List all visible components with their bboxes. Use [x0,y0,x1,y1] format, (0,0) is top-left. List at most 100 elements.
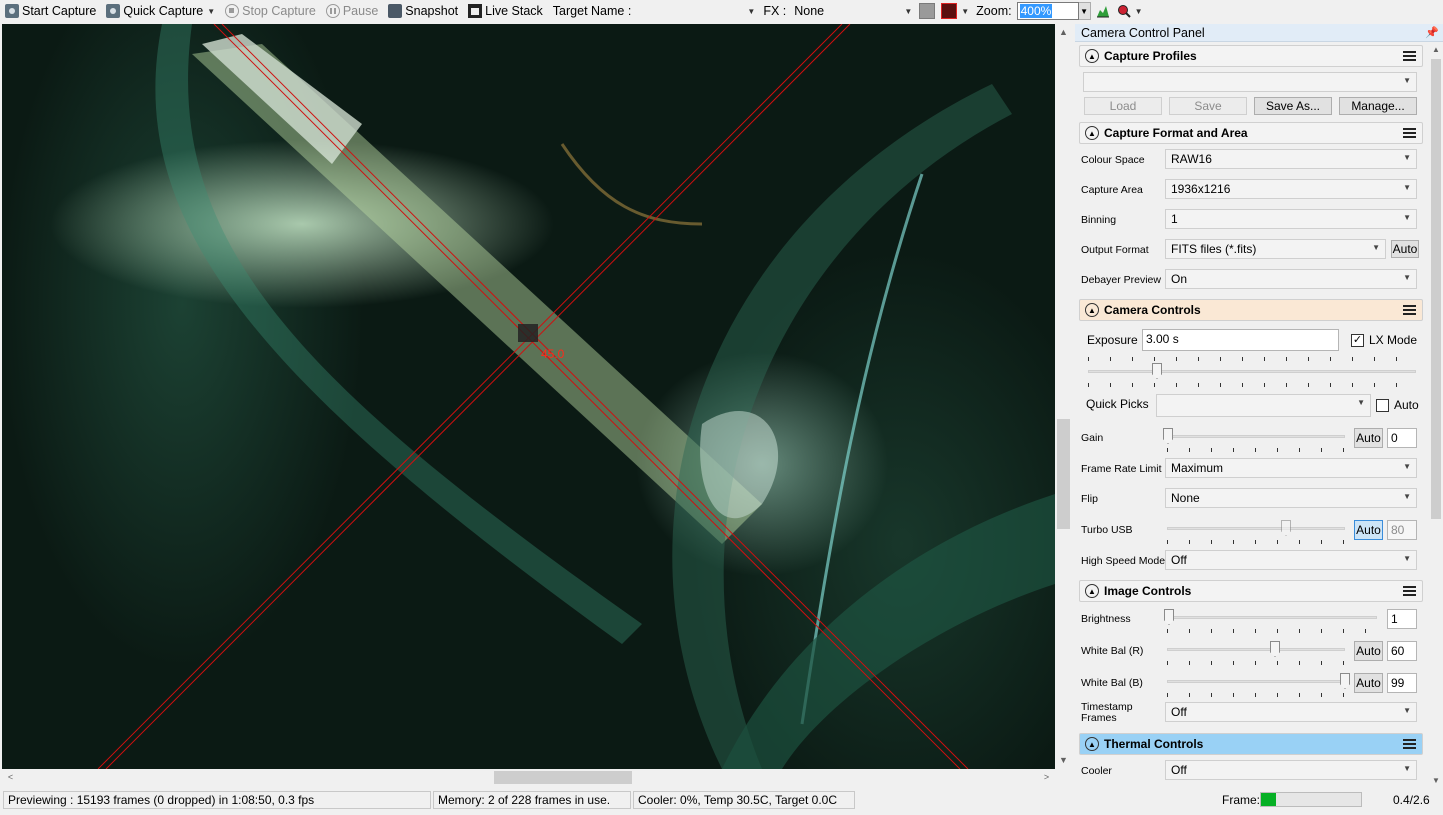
manage-profiles-button[interactable]: Manage... [1339,97,1417,115]
scroll-left-icon[interactable]: < [2,769,19,786]
gain-slider-thumb[interactable] [1163,428,1173,444]
hamburger-menu-icon[interactable] [1403,51,1416,61]
lx-mode-checkbox[interactable]: ✓ [1351,334,1364,347]
gain-auto-button[interactable]: Auto [1354,428,1383,448]
white-bal-r-auto-button[interactable]: Auto [1354,641,1383,661]
turbo-usb-value-input[interactable]: 80 [1387,520,1417,540]
white-bal-r-slider-thumb[interactable] [1270,641,1280,657]
camera-controls-header[interactable]: ▲ Camera Controls [1079,299,1423,321]
turbo-usb-auto-button[interactable]: Auto [1354,520,1383,540]
pause-button[interactable]: Pause [321,0,383,22]
preview-image[interactable]: 45.0 [2,24,1055,769]
fx-combo[interactable]: None ▼ [791,2,916,20]
collapse-icon[interactable]: ▲ [1085,126,1099,140]
gain-slider-track[interactable] [1167,435,1345,438]
turbo-usb-ticks [1167,540,1345,544]
scroll-down-icon[interactable]: ▼ [1055,752,1072,769]
start-capture-button[interactable]: Start Capture [0,0,101,22]
high-speed-mode-select[interactable]: Off ▼ [1165,550,1417,570]
scroll-up-icon[interactable]: ▲ [1429,43,1443,57]
reticle-color-button[interactable]: ▼ [939,0,971,22]
output-format-select[interactable]: FITS files (*.fits) ▼ [1165,239,1386,259]
thermal-controls-header[interactable]: ▲ Thermal Controls [1079,733,1423,755]
target-name-combo[interactable]: ▼ [636,2,759,20]
frame-rate-limit-select[interactable]: Maximum ▼ [1165,458,1417,478]
load-profile-button[interactable]: Load [1084,97,1162,115]
image-controls-header[interactable]: ▲ Image Controls [1079,580,1423,602]
flip-label: Flip [1081,493,1098,505]
dropdown-arrow-icon[interactable]: ▼ [207,7,215,16]
collapse-icon[interactable]: ▲ [1085,49,1099,63]
collapse-icon[interactable]: ▲ [1085,584,1099,598]
histogram-button[interactable] [1091,0,1115,22]
brightness-slider-track[interactable] [1167,616,1377,619]
capture-profile-select[interactable]: ▼ [1083,72,1417,92]
collapse-icon[interactable]: ▲ [1085,303,1099,317]
pin-icon[interactable]: 📌 [1425,26,1439,39]
scroll-up-icon[interactable]: ▲ [1055,24,1072,41]
quick-capture-button[interactable]: Quick Capture ▼ [101,0,220,22]
brightness-value-input[interactable]: 1 [1387,609,1417,629]
collapse-icon[interactable]: ▲ [1085,737,1099,751]
timestamp-frames-select[interactable]: Off ▼ [1165,702,1417,722]
exposure-slider-thumb[interactable] [1152,363,1162,379]
save-as-profile-button[interactable]: Save As... [1254,97,1332,115]
exposure-input[interactable]: 3.00 s [1142,329,1339,351]
binning-select[interactable]: 1 ▼ [1165,209,1417,229]
quick-picks-select[interactable]: ▼ [1156,394,1371,417]
hamburger-menu-icon[interactable] [1403,305,1416,315]
preview-vertical-scrollbar[interactable]: ▲ ▼ [1055,24,1072,769]
capture-profiles-header[interactable]: ▲ Capture Profiles [1079,45,1423,67]
turbo-usb-slider-track[interactable] [1167,527,1345,530]
cooler-select[interactable]: Off ▼ [1165,760,1417,780]
white-bal-b-slider-track[interactable] [1167,680,1345,683]
scroll-right-icon[interactable]: > [1038,769,1055,786]
turbo-usb-slider-thumb[interactable] [1281,520,1291,536]
save-profile-button[interactable]: Save [1169,97,1247,115]
white-bal-b-slider-thumb[interactable] [1340,673,1350,689]
preview-horizontal-scrollbar[interactable]: < > [2,769,1055,786]
debayer-preview-select[interactable]: On ▼ [1165,269,1417,289]
panel-scrollbar[interactable]: ▲ ▼ [1429,43,1443,788]
white-bal-r-label: White Bal (R) [1081,645,1144,657]
chevron-down-icon: ▼ [1403,462,1411,471]
quick-picks-auto-checkbox[interactable] [1376,399,1389,412]
dropdown-arrow-icon[interactable]: ▼ [961,7,969,16]
hamburger-menu-icon[interactable] [1403,739,1416,749]
zoom-input[interactable]: 400% [1016,2,1079,20]
white-bal-r-slider-track[interactable] [1167,648,1345,651]
reticle-mode-button[interactable] [915,0,939,22]
hamburger-menu-icon[interactable] [1403,128,1416,138]
scroll-thumb[interactable] [494,771,632,784]
capture-format-header[interactable]: ▲ Capture Format and Area [1079,122,1423,144]
white-bal-b-value-input[interactable]: 99 [1387,673,1417,693]
hamburger-menu-icon[interactable] [1403,586,1416,596]
brightness-slider-thumb[interactable] [1164,609,1174,625]
zoom-dropdown-button[interactable]: ▼ [1078,2,1091,20]
output-format-auto-button[interactable]: Auto [1391,240,1419,258]
toolbar: Start Capture Quick Capture ▼ Stop Captu… [0,0,1443,22]
capture-area-select[interactable]: 1936x1216 ▼ [1165,179,1417,199]
snapshot-button[interactable]: Snapshot [383,0,463,22]
flip-select[interactable]: None ▼ [1165,488,1417,508]
scroll-thumb[interactable] [1431,59,1441,519]
brightness-ticks [1167,629,1377,633]
gain-value-input[interactable]: 0 [1387,428,1417,448]
dropdown-arrow-icon[interactable]: ▼ [1135,7,1143,16]
output-format-label: Output Format [1081,244,1149,256]
stop-capture-button[interactable]: Stop Capture [220,0,321,22]
exposure-slider-track[interactable] [1088,370,1416,373]
live-stack-button[interactable]: Live Stack [463,0,548,22]
quick-picks-auto-label: Auto [1394,398,1419,412]
white-bal-b-auto-button[interactable]: Auto [1354,673,1383,693]
target-name-label: Target Name : [552,4,632,18]
chevron-down-icon: ▼ [1357,398,1365,407]
focus-aid-button[interactable]: ▼ [1115,0,1145,22]
colour-space-select[interactable]: RAW16 ▼ [1165,149,1417,169]
scroll-down-icon[interactable]: ▼ [1429,774,1443,788]
scroll-thumb[interactable] [1057,419,1070,529]
exposure-ticks [1088,357,1416,361]
white-bal-r-value-input[interactable]: 60 [1387,641,1417,661]
reticle-angle-label: 45.0 [541,347,565,361]
brightness-label: Brightness [1081,613,1131,625]
